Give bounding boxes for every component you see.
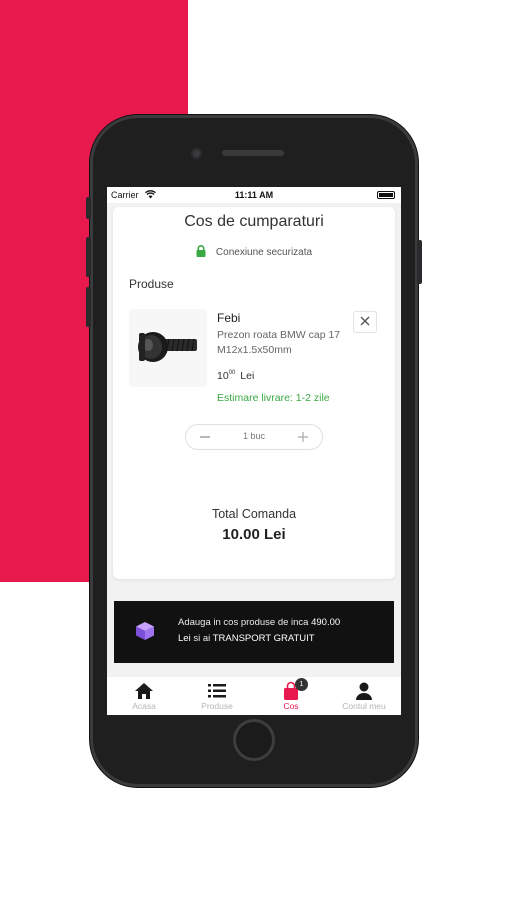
tab-cart[interactable]: 1 Cos <box>254 677 328 715</box>
price-integer: 10 <box>217 370 229 382</box>
section-label: Produse <box>129 277 174 291</box>
quantity-stepper: 1 buc <box>185 424 323 450</box>
status-bar: Carrier 11:11 AM <box>107 187 401 203</box>
mute-switch <box>86 197 91 219</box>
power-button <box>417 240 422 284</box>
tab-label: Produse <box>201 701 233 711</box>
home-icon <box>134 681 154 701</box>
product-brand: Febi <box>217 311 241 325</box>
minus-icon <box>200 429 210 445</box>
banner-currency: Lei <box>178 633 191 644</box>
plus-icon <box>298 429 308 445</box>
list-icon <box>207 681 227 701</box>
banner-text-and: si ai <box>193 633 211 644</box>
page-title: Cos de cumparaturi <box>184 213 324 230</box>
secure-label: Conexiune securizata <box>215 247 313 258</box>
lock-icon <box>196 245 206 260</box>
price-decimals: 00 <box>228 370 236 376</box>
cart-card: Cos de cumparaturi Conexiune securizata … <box>113 207 395 579</box>
home-button <box>233 719 275 761</box>
volume-down-button <box>86 287 91 327</box>
phone-screen: Carrier 11:11 AM Cos de cumparaturi Cone… <box>107 187 401 715</box>
increase-quantity-button[interactable] <box>288 425 318 449</box>
free-shipping-banner[interactable]: Adauga in cos produse de inca 490.00 Lei… <box>114 601 394 663</box>
tab-account[interactable]: Contul meu <box>327 677 401 715</box>
banner-amount: 490.00 <box>311 617 341 628</box>
tab-home[interactable]: Acasa <box>107 677 181 715</box>
order-total-label: Total Comanda <box>211 507 297 521</box>
product-image[interactable] <box>129 309 207 387</box>
order-total-value: 10.00 Lei <box>222 526 286 543</box>
banner-highlight: TRANSPORT GRATUIT <box>212 633 315 644</box>
secure-connection: Conexiune securizata <box>113 245 395 260</box>
speaker-grille <box>222 150 284 156</box>
front-camera <box>191 148 202 159</box>
tab-label: Cos <box>283 701 299 711</box>
package-icon <box>134 620 156 647</box>
volume-up-button <box>86 237 91 277</box>
close-icon <box>360 313 370 331</box>
remove-item-button[interactable] <box>353 311 377 333</box>
delivery-estimate: Estimare livrare: 1-2 zile <box>217 392 330 404</box>
tab-products[interactable]: Produse <box>180 677 254 715</box>
user-icon <box>354 681 374 701</box>
battery-icon <box>377 191 395 199</box>
price-currency: Lei <box>240 370 255 382</box>
clock: 11:11 AM <box>234 190 274 200</box>
cart-count-badge: 1 <box>295 678 308 691</box>
banner-text-line: Adauga in cos produse de inca <box>178 617 309 628</box>
bottom-tab-bar: Acasa Produse 1 Cos Contul meu <box>107 677 401 715</box>
app-store-screenshot: Carrier 11:11 AM Cos de cumparaturi Cone… <box>0 0 507 900</box>
quantity-value: 1 buc <box>242 431 266 441</box>
phone-frame: Carrier 11:11 AM Cos de cumparaturi Cone… <box>86 115 422 787</box>
tab-label: Acasa <box>132 701 156 711</box>
product-price: 1000 Lei <box>217 370 254 382</box>
tab-label: Contul meu <box>342 701 386 711</box>
banner-text: Adauga in cos produse de inca 490.00 Lei… <box>178 615 384 647</box>
product-name[interactable]: Prezon roata BMW cap 17 M12x1.5x50mm <box>217 328 357 358</box>
